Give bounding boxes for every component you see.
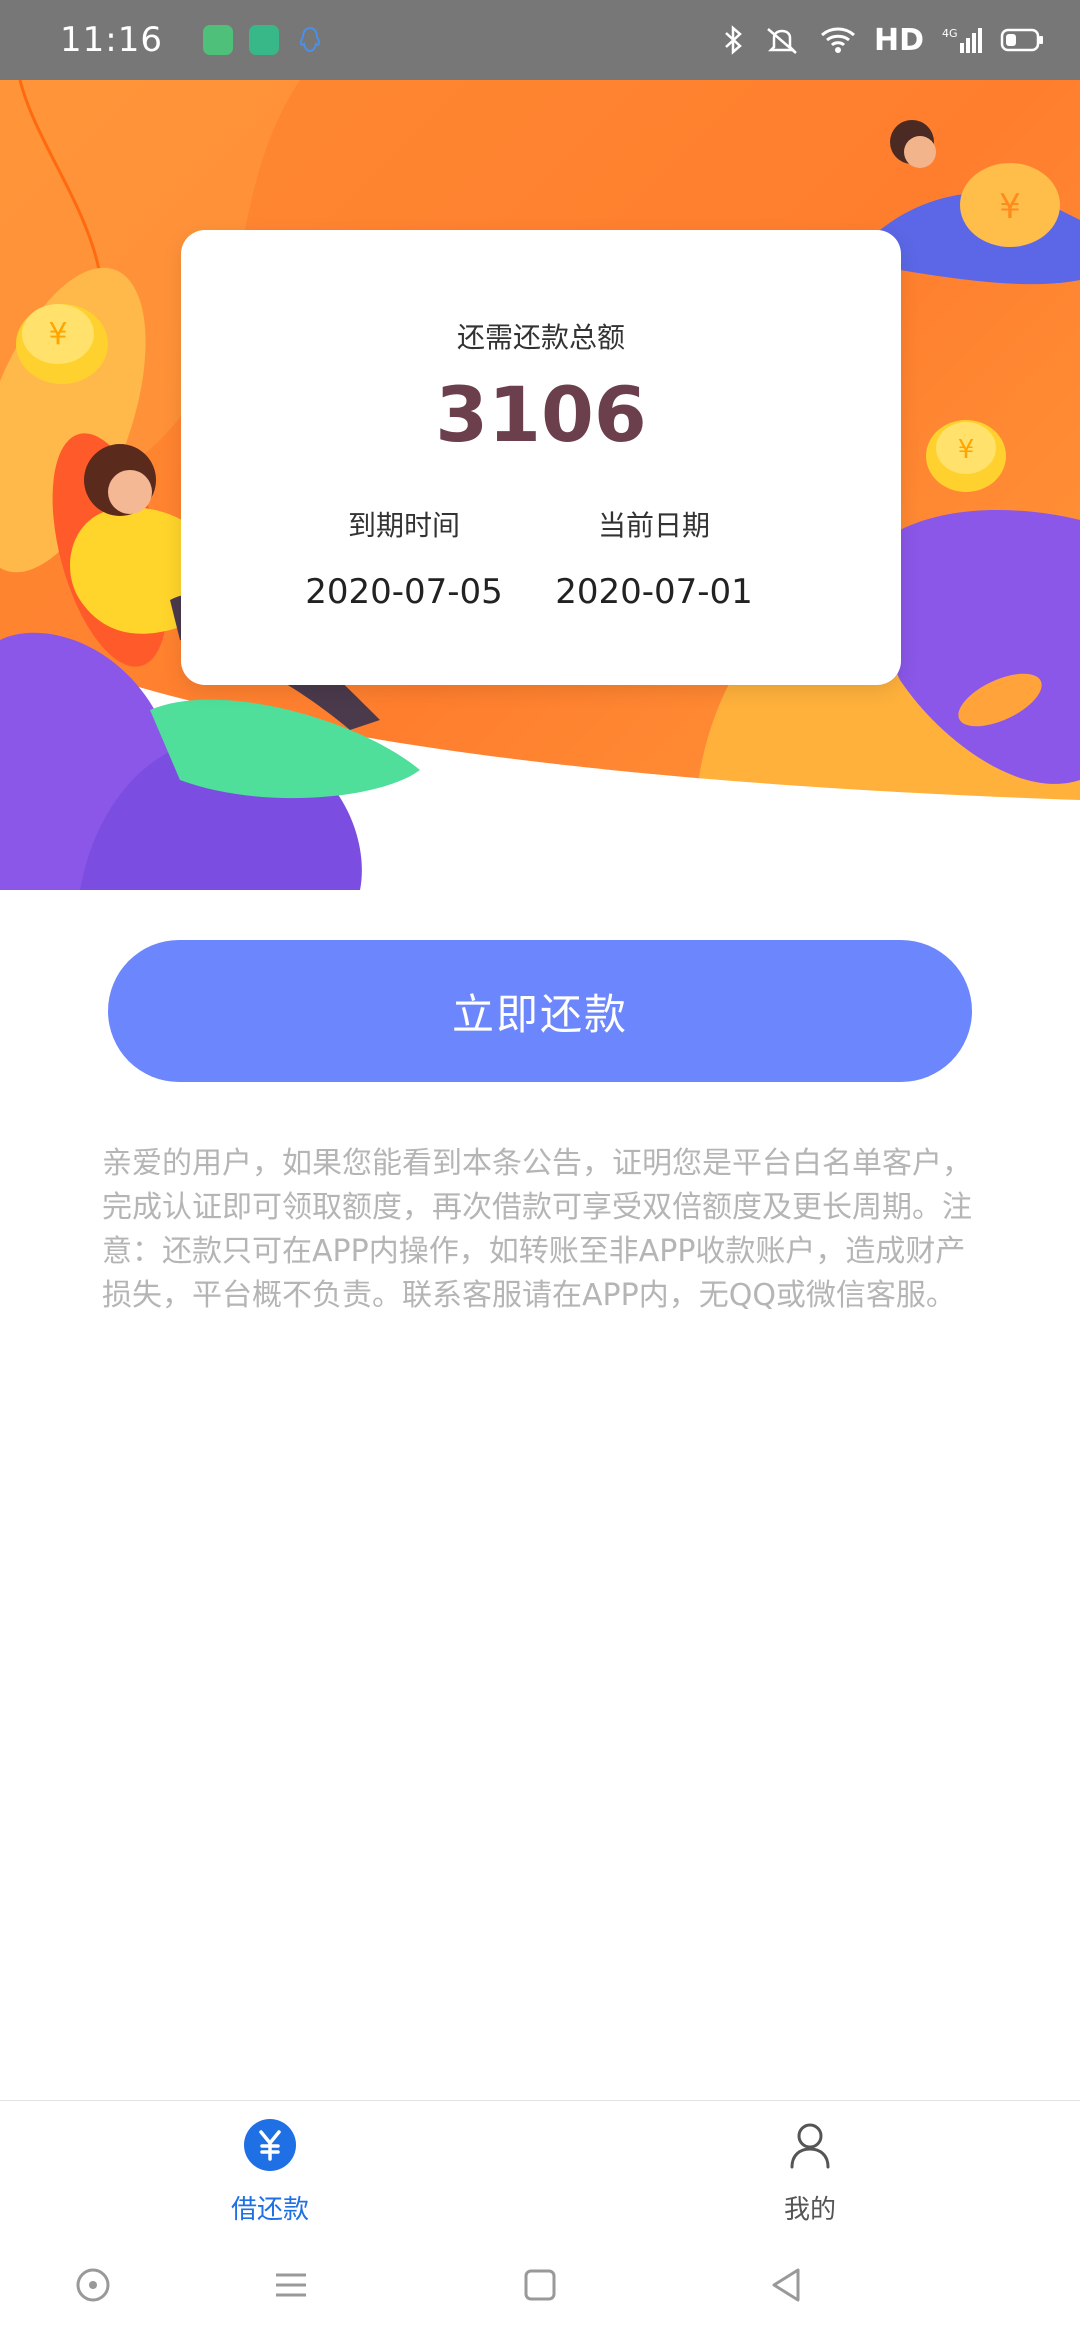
yuan-icon xyxy=(244,2119,296,2171)
battery-icon xyxy=(1000,28,1043,52)
nav-item-mine[interactable]: 我的 xyxy=(710,2119,910,2226)
home-icon[interactable] xyxy=(515,2260,565,2310)
back-icon[interactable] xyxy=(762,2260,812,2310)
svg-text:¥: ¥ xyxy=(999,187,1021,227)
svg-text:4G: 4G xyxy=(942,27,958,40)
notice-text: 亲爱的用户，如果您能看到本条公告，证明您是平台白名单客户，完成认证即可领取额度，… xyxy=(102,1146,972,1313)
shield-app-icon xyxy=(248,25,279,55)
assistant-dot-icon[interactable] xyxy=(68,2260,118,2310)
amount-title: 还需还款总额 xyxy=(456,321,625,354)
nav-label-mine: 我的 xyxy=(783,2195,836,2225)
wifi-icon xyxy=(820,27,855,53)
current-date-column: 当前日期 2020-07-01 xyxy=(529,504,779,612)
bottom-nav: 借还款 我的 xyxy=(0,2100,1080,2230)
hero-banner: ¥ ¥ ¥ 还需还款总额 3106 到期时间 2020-07-05 当前日期 2… xyxy=(0,80,1080,890)
due-date-column: 到期时间 2020-07-05 xyxy=(279,504,529,612)
coin-icon-right: ¥ xyxy=(926,420,1006,492)
total-amount: 3106 xyxy=(435,370,647,459)
status-right-group: HD 4G xyxy=(722,23,1044,58)
svg-text:¥: ¥ xyxy=(48,317,67,352)
mute-icon xyxy=(767,28,797,54)
message-app-icon xyxy=(202,25,233,55)
network-type-label: HD xyxy=(873,22,924,58)
current-date-label: 当前日期 xyxy=(597,509,710,542)
due-date-value: 2020-07-05 xyxy=(305,572,503,612)
nav-item-loan[interactable]: 借还款 xyxy=(170,2119,370,2226)
coin-icon-left: ¥ xyxy=(16,304,108,384)
system-nav-bar xyxy=(0,2230,1080,2340)
svg-text:¥: ¥ xyxy=(958,435,975,465)
bluetooth-icon xyxy=(725,25,742,55)
menu-icon[interactable] xyxy=(266,2260,316,2310)
signal-icon: 4G xyxy=(942,27,982,53)
nav-label-loan: 借还款 xyxy=(230,2195,309,2225)
due-date-label: 到期时间 xyxy=(347,509,460,542)
person-icon xyxy=(790,2123,830,2169)
status-time: 11:16 xyxy=(60,20,163,60)
amount-summary-card: 还需还款总额 3106 到期时间 2020-07-05 当前日期 2020-07… xyxy=(181,230,901,685)
repay-now-button[interactable]: 立即还款 xyxy=(108,940,972,1082)
qq-icon xyxy=(295,25,325,55)
status-bar: 11:16 HD 4G xyxy=(0,0,1080,80)
current-date-value: 2020-07-01 xyxy=(555,572,753,612)
